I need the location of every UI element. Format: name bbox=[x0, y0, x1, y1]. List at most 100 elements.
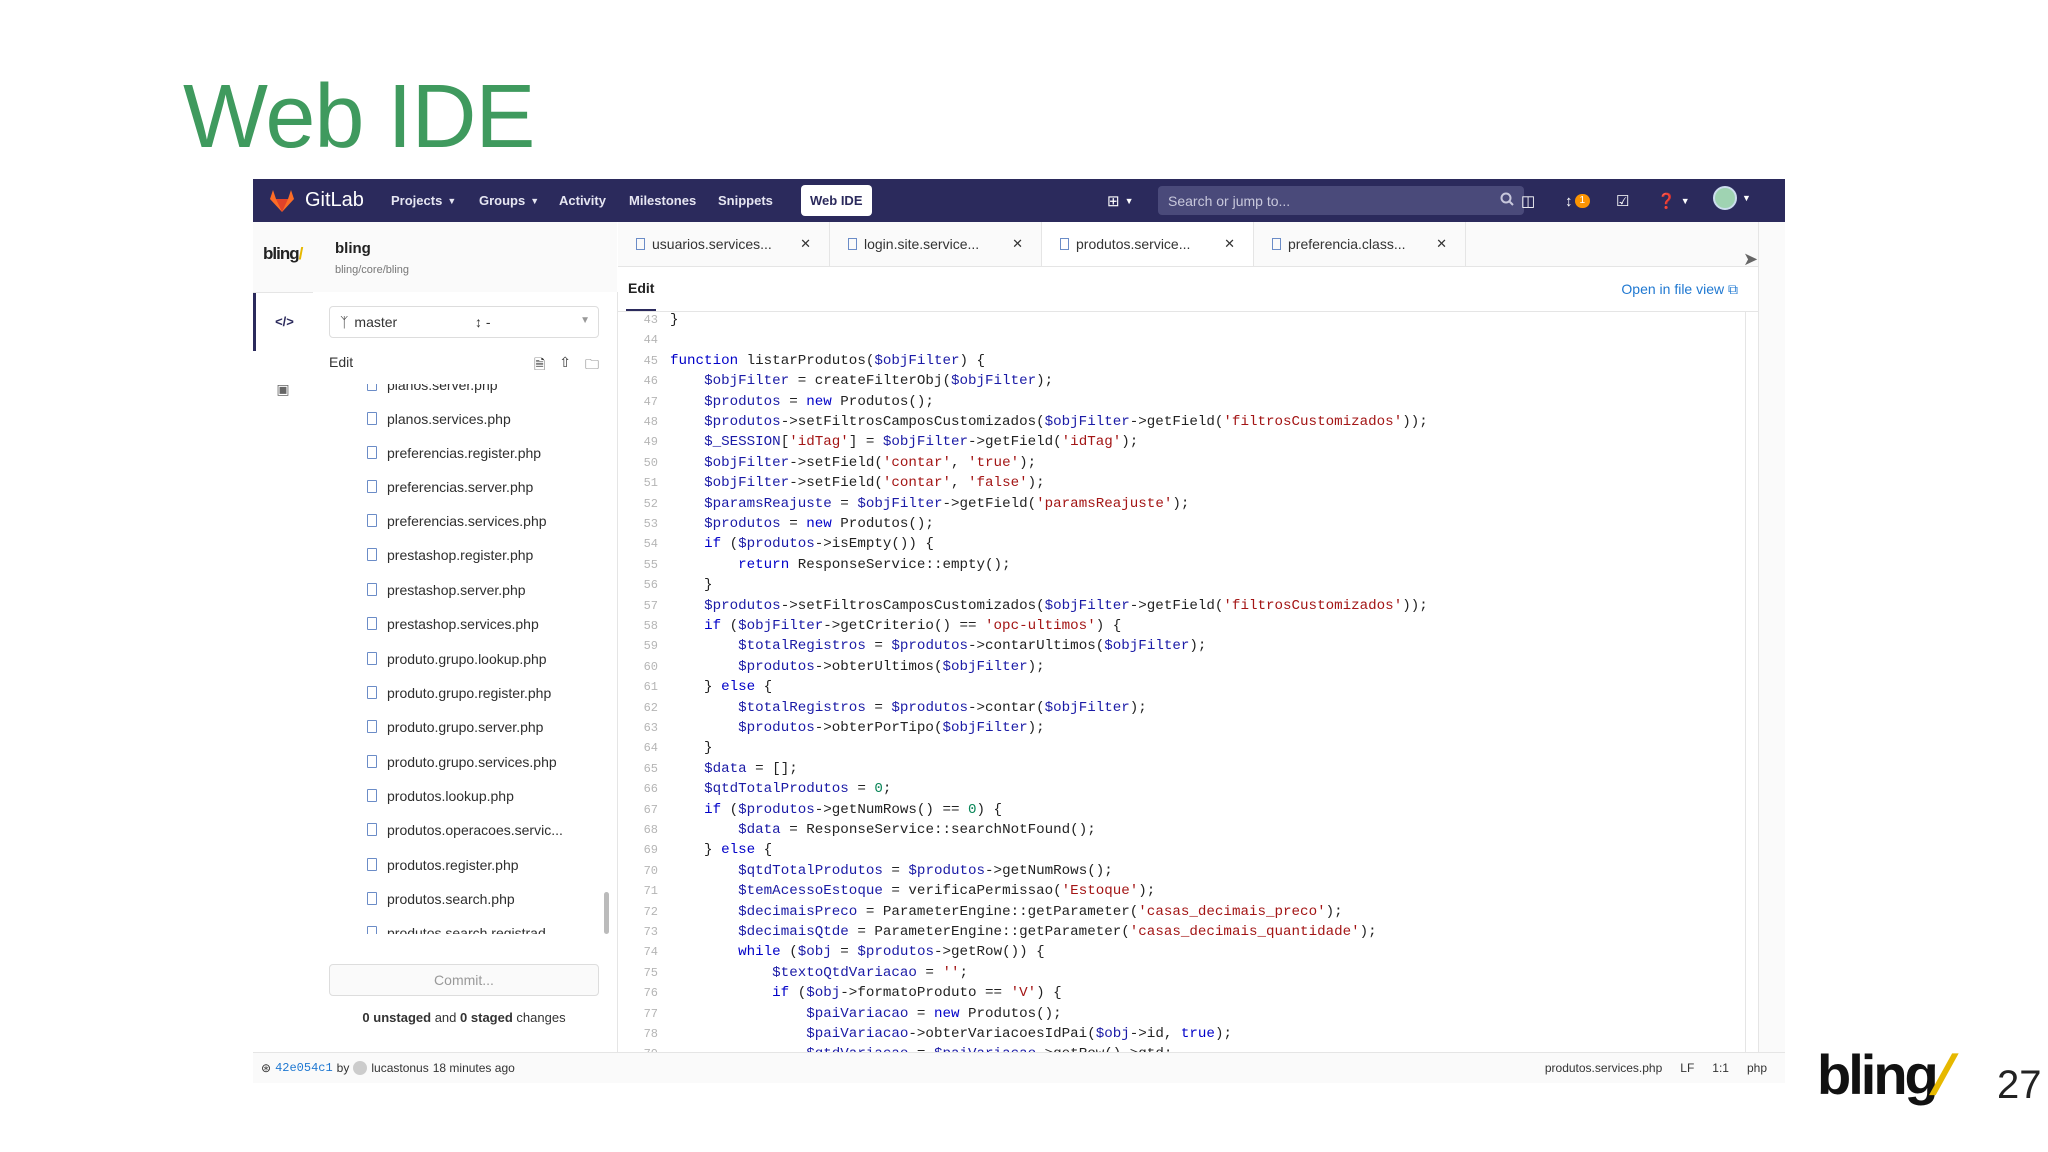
project-logo[interactable]: bling/ bbox=[263, 244, 303, 264]
code-line[interactable]: } bbox=[670, 312, 679, 328]
code-line[interactable]: $qtdTotalProdutos = 0; bbox=[670, 781, 891, 797]
code-line[interactable]: while ($obj = $produtos->getRow()) { bbox=[670, 944, 1045, 960]
list-item[interactable]: prestashop.services.php bbox=[367, 611, 539, 637]
code-line[interactable]: if ($obj->formatoProduto == 'V') { bbox=[670, 985, 1062, 1001]
code-line[interactable]: $paiVariacao->obterVariacoesIdPai($obj->… bbox=[670, 1026, 1232, 1042]
list-item[interactable]: preferencias.server.php bbox=[367, 474, 533, 500]
commit-author[interactable]: lucastonus bbox=[371, 1061, 428, 1075]
close-icon[interactable]: ✕ bbox=[800, 236, 811, 252]
code-line[interactable]: if ($objFilter->getCriterio() == 'opc-ul… bbox=[670, 618, 1121, 634]
merge-request-selector[interactable]: ↕ - bbox=[475, 314, 491, 330]
list-item[interactable]: prestashop.server.php bbox=[367, 577, 526, 603]
list-item[interactable]: produtos.lookup.php bbox=[367, 783, 514, 809]
gitlab-brand[interactable]: GitLab bbox=[305, 179, 364, 222]
list-item[interactable]: produtos.operacoes.servic... bbox=[367, 817, 563, 843]
file-list-scrollbar[interactable] bbox=[604, 892, 609, 934]
code-line[interactable]: $produtos->setFiltrosCamposCustomizados(… bbox=[670, 414, 1428, 430]
code-line[interactable]: } bbox=[670, 740, 713, 756]
nav-activity[interactable]: Activity bbox=[559, 179, 606, 222]
code-line[interactable]: $objFilter = createFilterObj($objFilter)… bbox=[670, 373, 1053, 389]
code-line[interactable]: $produtos->obterPorTipo($objFilter); bbox=[670, 720, 1045, 736]
code-line[interactable]: $objFilter->setField('contar', 'false'); bbox=[670, 475, 1045, 491]
search-input[interactable]: Search or jump to... bbox=[1158, 186, 1524, 215]
list-item[interactable]: planos.server.php bbox=[367, 384, 498, 398]
code-line[interactable]: $totalRegistros = $produtos->contar($obj… bbox=[670, 700, 1147, 716]
upload-icon[interactable]: ⇧ bbox=[559, 354, 571, 378]
code-line[interactable]: $qtdTotalProdutos = $produtos->getNumRow… bbox=[670, 863, 1113, 879]
tab-preferencia-class[interactable]: preferencia.class... ✕ bbox=[1254, 222, 1466, 266]
nav-projects[interactable]: Projects ▼ bbox=[391, 179, 456, 222]
code-line[interactable]: } bbox=[670, 577, 713, 593]
close-icon[interactable]: ✕ bbox=[1224, 236, 1235, 252]
code-line[interactable]: $temAcessoEstoque = verificaPermissao('E… bbox=[670, 883, 1155, 899]
close-icon[interactable]: ✕ bbox=[1012, 236, 1023, 252]
code-line[interactable]: $produtos = new Produtos(); bbox=[670, 516, 934, 532]
tab-label: produtos.service... bbox=[1076, 236, 1191, 252]
code-line[interactable]: function listarProdutos($objFilter) { bbox=[670, 353, 985, 369]
list-item[interactable]: preferencias.services.php bbox=[367, 508, 547, 534]
commit-button[interactable]: Commit... bbox=[329, 964, 599, 996]
code-line[interactable]: } else { bbox=[670, 679, 772, 695]
code-line[interactable]: $produtos->obterUltimos($objFilter); bbox=[670, 659, 1045, 675]
branch-selector[interactable]: ᛉ master ↕ - ▼ bbox=[329, 306, 599, 338]
nav-milestones[interactable]: Milestones bbox=[629, 179, 696, 222]
list-item[interactable]: preferencias.register.php bbox=[367, 440, 541, 466]
code-line[interactable]: $totalRegistros = $produtos->contarUltim… bbox=[670, 638, 1206, 654]
nav-snippets[interactable]: Snippets bbox=[718, 179, 773, 222]
code-line[interactable]: $_SESSION['idTag'] = $objFilter->getFiel… bbox=[670, 434, 1138, 450]
edit-mode-code-icon[interactable]: </> bbox=[253, 291, 313, 351]
code-line[interactable]: if ($produtos->isEmpty()) { bbox=[670, 536, 934, 552]
code-line[interactable]: if ($produtos->getNumRows() == 0) { bbox=[670, 802, 1002, 818]
new-file-icon[interactable]: 🗎 bbox=[534, 354, 545, 378]
tab-login-site-service[interactable]: login.site.service... ✕ bbox=[830, 222, 1042, 266]
line-number: 64 bbox=[643, 741, 658, 756]
web-ide-button[interactable]: Web IDE bbox=[801, 185, 872, 216]
todos-icon[interactable]: ☑ bbox=[1616, 191, 1629, 211]
code-line[interactable]: $produtos = new Produtos(); bbox=[670, 394, 934, 410]
project-path[interactable]: bling/core/bling bbox=[335, 264, 409, 276]
list-item[interactable]: produtos.register.php bbox=[367, 852, 519, 878]
help-dropdown[interactable]: ❓ ▼ bbox=[1657, 191, 1690, 211]
tab-usuarios-services[interactable]: usuarios.services... ✕ bbox=[618, 222, 830, 266]
close-icon[interactable]: ✕ bbox=[1436, 236, 1447, 252]
tab-produtos-service[interactable]: produtos.service... ✕ bbox=[1042, 222, 1254, 266]
list-item[interactable]: produtos.search.php bbox=[367, 886, 515, 912]
code-editor[interactable]: 43} 44 45 function listarProdutos($objFilte… bbox=[618, 312, 1758, 1052]
list-item[interactable]: produto.grupo.register.php bbox=[367, 680, 551, 706]
code-line[interactable]: $paramsReajuste = $objFilter->getField('… bbox=[670, 496, 1189, 512]
rocket-icon[interactable]: ➤ bbox=[1743, 249, 1758, 270]
user-menu[interactable]: ▼ bbox=[1713, 186, 1751, 210]
code-line[interactable]: } else { bbox=[670, 842, 772, 858]
status-cursor-position: 1:1 bbox=[1712, 1061, 1729, 1075]
list-item[interactable]: produto.grupo.server.php bbox=[367, 714, 543, 740]
code-line[interactable]: $decimaisQtde = ParameterEngine::getPara… bbox=[670, 924, 1377, 940]
list-item[interactable]: produtos.search.registrad... bbox=[367, 920, 557, 934]
editor-scrollbar[interactable] bbox=[1745, 312, 1758, 1052]
list-item[interactable]: prestashop.register.php bbox=[367, 542, 533, 568]
commit-mode-icon[interactable]: ▣ bbox=[253, 369, 313, 409]
merge-requests-link[interactable]: ↕ 1 bbox=[1565, 191, 1591, 211]
code-line[interactable]: $decimaisPreco = ParameterEngine::getPar… bbox=[670, 904, 1343, 920]
file-name: produtos.operacoes.servic... bbox=[387, 822, 563, 838]
list-item[interactable]: planos.services.php bbox=[367, 406, 511, 432]
new-folder-icon[interactable]: 🗀 bbox=[585, 354, 599, 378]
code-line[interactable]: $produtos->setFiltrosCamposCustomizados(… bbox=[670, 598, 1428, 614]
edit-mode-tab[interactable]: Edit bbox=[626, 267, 657, 311]
gitlab-logo-icon[interactable] bbox=[269, 179, 295, 222]
list-item[interactable]: produto.grupo.services.php bbox=[367, 749, 557, 775]
list-item[interactable]: produto.grupo.lookup.php bbox=[367, 646, 547, 672]
code-line[interactable]: return ResponseService::empty(); bbox=[670, 557, 1010, 573]
file-name: planos.services.php bbox=[387, 411, 511, 427]
nav-groups[interactable]: Groups ▼ bbox=[479, 179, 539, 222]
code-line[interactable]: $paiVariacao = new Produtos(); bbox=[670, 1006, 1061, 1022]
code-line[interactable]: $textoQtdVariacao = ''; bbox=[670, 965, 968, 981]
issues-icon[interactable]: ◫ bbox=[1521, 191, 1535, 211]
code-line[interactable]: $objFilter->setField('contar', 'true'); bbox=[670, 455, 1036, 471]
project-name[interactable]: bling bbox=[335, 240, 371, 257]
code-line[interactable]: $data = []; bbox=[670, 761, 798, 777]
line-number: 57 bbox=[643, 598, 658, 613]
commit-hash[interactable]: 42e054c1 bbox=[275, 1061, 333, 1075]
open-in-file-view-link[interactable]: Open in file view ⧉ bbox=[1621, 281, 1738, 298]
new-item-dropdown[interactable]: ⊞ ▼ bbox=[1107, 191, 1134, 211]
code-line[interactable]: $data = ResponseService::searchNotFound(… bbox=[670, 822, 1096, 838]
